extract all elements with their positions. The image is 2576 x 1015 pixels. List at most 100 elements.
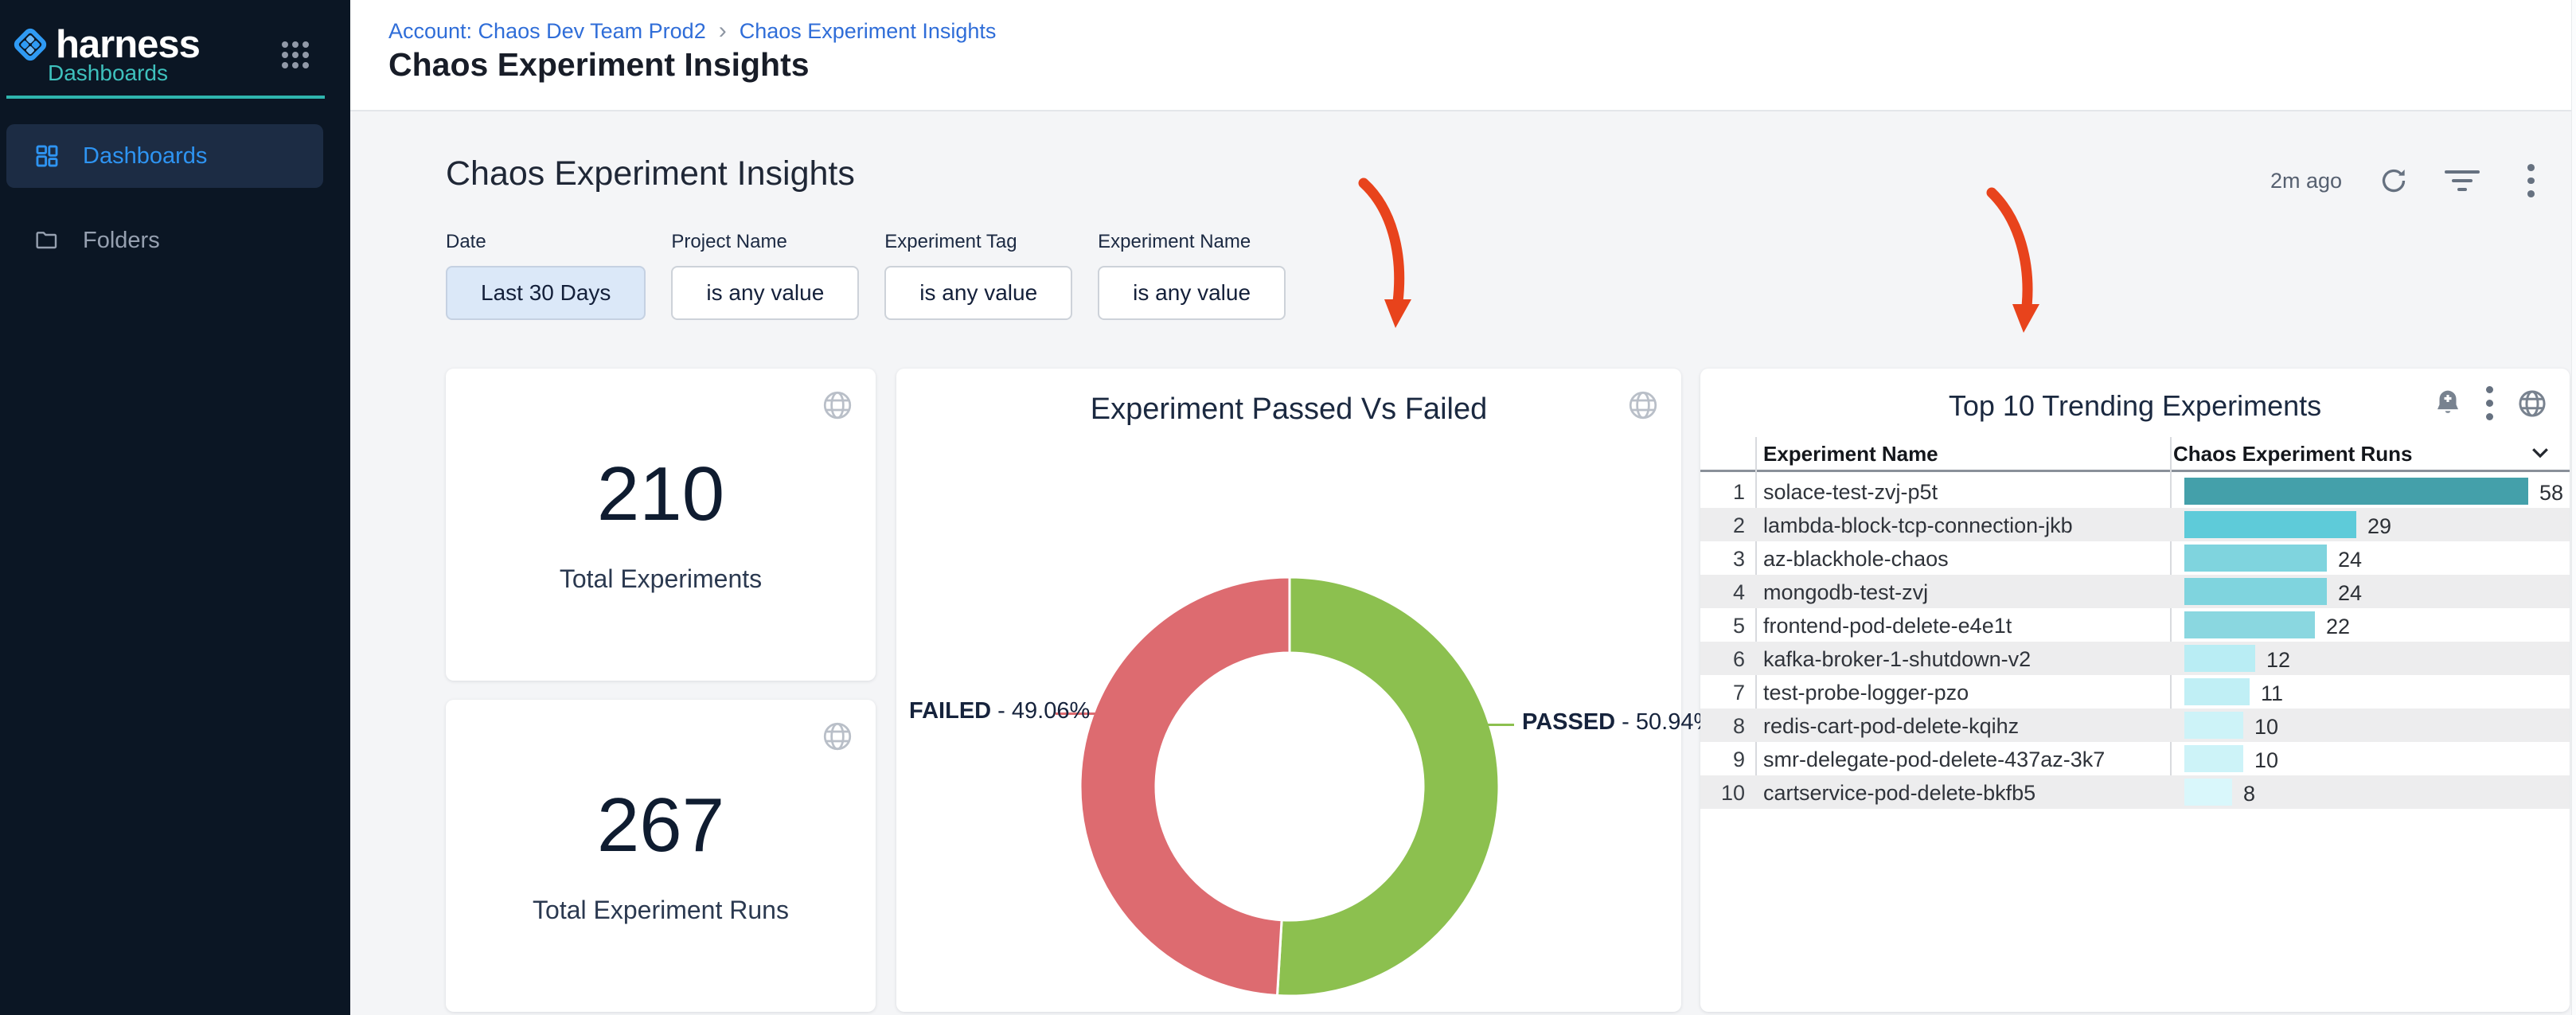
breadcrumb: Account: Chaos Dev Team Prod2 › Chaos Ex… — [388, 18, 996, 45]
column-sort-chevron-down-icon[interactable] — [2528, 440, 2552, 464]
donut-slice-failed[interactable] — [1080, 577, 1290, 996]
page-title: Chaos Experiment Insights — [388, 46, 810, 84]
table-row[interactable]: 5frontend-pod-delete-e4e1t22 — [1700, 608, 2570, 642]
filters-toggle-icon[interactable] — [2445, 164, 2479, 197]
harness-dashboard-app: harness Dashboards Dashboards Folders Ac… — [0, 0, 2576, 1015]
row-number: 2 — [1700, 513, 1745, 538]
runs-value: 24 — [2338, 548, 2362, 572]
column-header-chaos-experiment-runs: Chaos Experiment Runs — [2173, 442, 2413, 467]
experiment-name: solace-test-zvj-p5t — [1763, 480, 1938, 505]
runs-value: 58 — [2539, 481, 2563, 506]
sidebar: harness Dashboards Dashboards Folders — [0, 0, 350, 1015]
runs-bar — [2184, 745, 2243, 772]
table-row[interactable]: 3 az-blackhole-chaos 24 — [1700, 541, 2570, 575]
runs-bar — [2184, 578, 2327, 605]
table-row[interactable]: 4mongodb-test-zvj24 — [1700, 575, 2570, 608]
annotation-arrow-1 — [1364, 183, 1411, 328]
filter-value-button[interactable]: is any value — [1098, 266, 1286, 320]
table-row[interactable]: 1 solace-test-zvj-p5t 58 — [1700, 474, 2570, 508]
filter-label: Date — [446, 231, 646, 253]
table-row[interactable]: 2lambda-block-tcp-connection-jkb29 — [1700, 508, 2570, 541]
row-number: 5 — [1700, 614, 1745, 638]
passed-leader-line — [1482, 724, 1514, 726]
column-header-experiment-name: Experiment Name — [1763, 442, 1938, 467]
filter-value-button[interactable]: is any value — [671, 266, 859, 320]
total-experiments-label: Total Experiments — [560, 564, 762, 594]
row-number: 4 — [1700, 580, 1745, 605]
row-number: 10 — [1700, 781, 1745, 806]
trending-table-body: 1solace-test-zvj-p5t582lambda-block-tcp-… — [1700, 474, 2570, 809]
table-row[interactable]: 8 redis-cart-pod-delete-kqihz 10 — [1700, 709, 2570, 742]
runs-bar — [2184, 611, 2315, 638]
row-number: 8 — [1700, 714, 1745, 739]
dashboard-menu-kebab-icon[interactable] — [2514, 164, 2547, 197]
annotation-arrow-2 — [1992, 193, 2039, 333]
filter-group: Experiment Tag is any value — [884, 231, 1072, 320]
runs-bar — [2184, 712, 2243, 739]
table-card-actions — [2432, 386, 2549, 420]
total-experiment-runs-card: 267 Total Experiment Runs — [446, 700, 876, 1012]
donut-slice-passed[interactable] — [1277, 577, 1499, 996]
row-number: 9 — [1700, 748, 1745, 772]
table-menu-kebab-icon[interactable] — [2486, 386, 2493, 420]
failed-slice-label: FAILED - 49.06% — [909, 698, 1090, 724]
breadcrumb-account-link[interactable]: Account: Chaos Dev Team Prod2 — [388, 19, 706, 44]
folder-icon — [33, 227, 60, 254]
experiment-name: az-blackhole-chaos — [1763, 547, 1949, 572]
table-row[interactable]: 10 cartservice-pod-delete-bkfb5 8 — [1700, 775, 2570, 809]
filter-label: Experiment Tag — [884, 231, 1072, 253]
filter-value-button[interactable]: Last 30 Days — [446, 266, 646, 320]
passed-vs-failed-donut-chart — [896, 369, 1681, 1012]
runs-value: 10 — [2254, 748, 2278, 773]
filter-group: Project Name is any value — [671, 231, 859, 320]
runs-bar — [2184, 645, 2255, 672]
dashboard-controls: 2m ago — [2270, 164, 2547, 197]
total-experiments-value: 210 — [597, 456, 724, 533]
refresh-icon[interactable] — [2377, 164, 2410, 197]
total-experiment-runs-label: Total Experiment Runs — [533, 896, 789, 925]
row-number: 3 — [1700, 547, 1745, 572]
experiment-name: frontend-pod-delete-e4e1t — [1763, 614, 2012, 638]
runs-value: 8 — [2243, 782, 2255, 806]
page-header: Account: Chaos Dev Team Prod2 › Chaos Ex… — [350, 0, 2576, 111]
experiment-name: redis-cart-pod-delete-kqihz — [1763, 714, 2019, 739]
scrollbar[interactable] — [2571, 0, 2576, 1015]
total-experiment-runs-value: 267 — [597, 787, 724, 864]
row-number: 7 — [1700, 681, 1745, 705]
top-trending-experiments-card: Top 10 Trending Experiments Experiment N… — [1700, 369, 2570, 1012]
experiment-name: kafka-broker-1-shutdown-v2 — [1763, 647, 2031, 672]
passed-vs-failed-card: Experiment Passed Vs Failed FAILED - 49.… — [896, 369, 1681, 1012]
sidebar-item-label: Folders — [83, 228, 160, 254]
runs-bar — [2184, 779, 2232, 806]
table-row[interactable]: 6 kafka-broker-1-shutdown-v2 12 — [1700, 642, 2570, 675]
table-header-row: Experiment Name Chaos Experiment Runs — [1700, 437, 2570, 472]
row-number: 6 — [1700, 647, 1745, 672]
runs-value: 12 — [2266, 648, 2290, 673]
experiment-name: cartservice-pod-delete-bkfb5 — [1763, 781, 2035, 806]
passed-slice-label: PASSED - 50.94% — [1522, 709, 1714, 736]
row-number: 1 — [1700, 480, 1745, 505]
breadcrumb-separator: › — [719, 18, 727, 45]
runs-value: 10 — [2254, 715, 2278, 740]
filter-value-button[interactable]: is any value — [884, 266, 1072, 320]
filter-bar: Date Last 30 Days Project Name is any value… — [446, 231, 1286, 320]
sidebar-item-folders[interactable]: Folders — [6, 209, 323, 272]
sidebar-item-dashboards[interactable]: Dashboards — [6, 124, 323, 188]
runs-bar — [2184, 678, 2250, 705]
runs-value: 29 — [2367, 514, 2391, 539]
breadcrumb-page-link[interactable]: Chaos Experiment Insights — [740, 19, 997, 44]
runs-bar — [2184, 511, 2356, 538]
last-refreshed-label: 2m ago — [2270, 169, 2342, 193]
runs-bar — [2184, 478, 2528, 505]
experiment-name: smr-delegate-pod-delete-437az-3k7 — [1763, 748, 2105, 772]
table-row[interactable]: 9 smr-delegate-pod-delete-437az-3k7 10 — [1700, 742, 2570, 775]
globe-icon[interactable] — [2516, 387, 2549, 420]
filter-label: Experiment Name — [1098, 231, 1286, 253]
filter-group: Experiment Name is any value — [1098, 231, 1286, 320]
app-switcher-grid-icon[interactable] — [282, 41, 309, 67]
experiment-name: test-probe-logger-pzo — [1763, 681, 1969, 705]
alert-bell-icon[interactable] — [2432, 388, 2464, 420]
table-row[interactable]: 7test-probe-logger-pzo11 — [1700, 675, 2570, 709]
filter-label: Project Name — [671, 231, 859, 253]
runs-value: 24 — [2338, 581, 2362, 606]
